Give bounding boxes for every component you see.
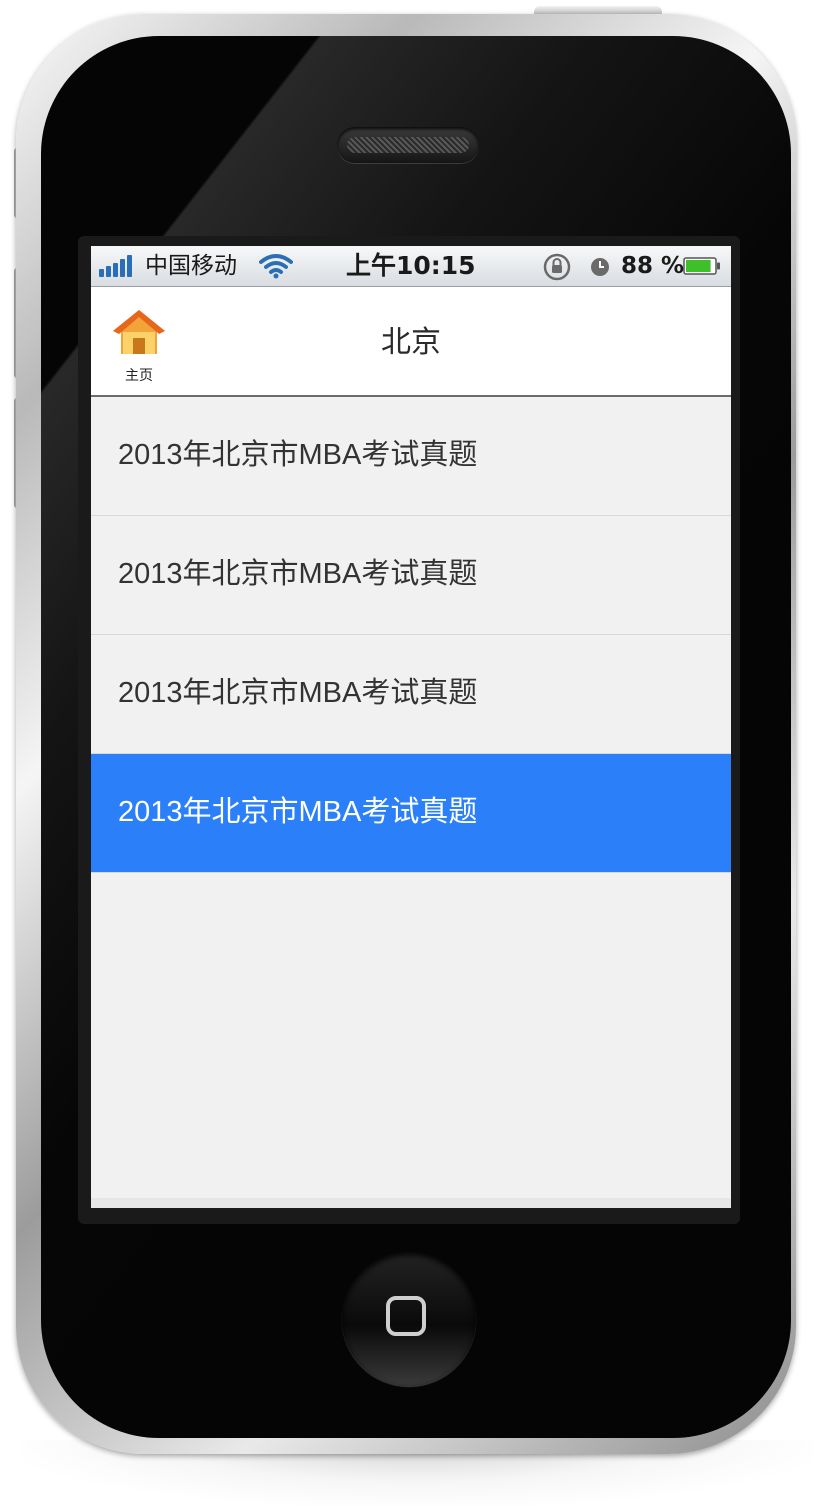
home-icon (113, 310, 165, 354)
screen: 中国移动 上午10:15 88 % 主页 北京 2013年北京市MBA考试真题 … (91, 246, 731, 1208)
signal-icon (99, 255, 139, 277)
hardware-home-button (342, 1252, 476, 1386)
battery-percent: 88 % (621, 253, 685, 279)
list-item[interactable]: 2013年北京市MBA考试真题 (91, 754, 731, 873)
battery-icon (683, 257, 720, 275)
home-button-square-icon (386, 1296, 426, 1336)
carrier-name: 中国移动 (145, 253, 237, 279)
wifi-icon (259, 254, 293, 279)
home-nav-button[interactable]: 主页 (107, 307, 171, 387)
status-bar: 中国移动 上午10:15 88 % (91, 246, 731, 287)
list-item-label: 2013年北京市MBA考试真题 (118, 796, 478, 828)
page-title: 北京 (381, 325, 441, 360)
list-item-label: 2013年北京市MBA考试真题 (118, 677, 478, 709)
rotation-lock-icon (543, 253, 571, 281)
list-item-label: 2013年北京市MBA考试真题 (118, 558, 478, 590)
list-item[interactable]: 2013年北京市MBA考试真题 (91, 635, 731, 754)
status-time: 上午10:15 (346, 251, 476, 280)
list-item-label: 2013年北京市MBA考试真题 (118, 439, 478, 471)
exam-list: 2013年北京市MBA考试真题 2013年北京市MBA考试真题 2013年北京市… (91, 397, 731, 873)
earpiece-speaker (337, 127, 479, 163)
navigation-bar: 主页 北京 (91, 287, 731, 397)
list-item[interactable]: 2013年北京市MBA考试真题 (91, 516, 731, 635)
alarm-icon (591, 258, 609, 276)
screen-bottom-edge (91, 1198, 731, 1208)
home-nav-label: 主页 (125, 368, 153, 384)
list-item[interactable]: 2013年北京市MBA考试真题 (91, 397, 731, 516)
